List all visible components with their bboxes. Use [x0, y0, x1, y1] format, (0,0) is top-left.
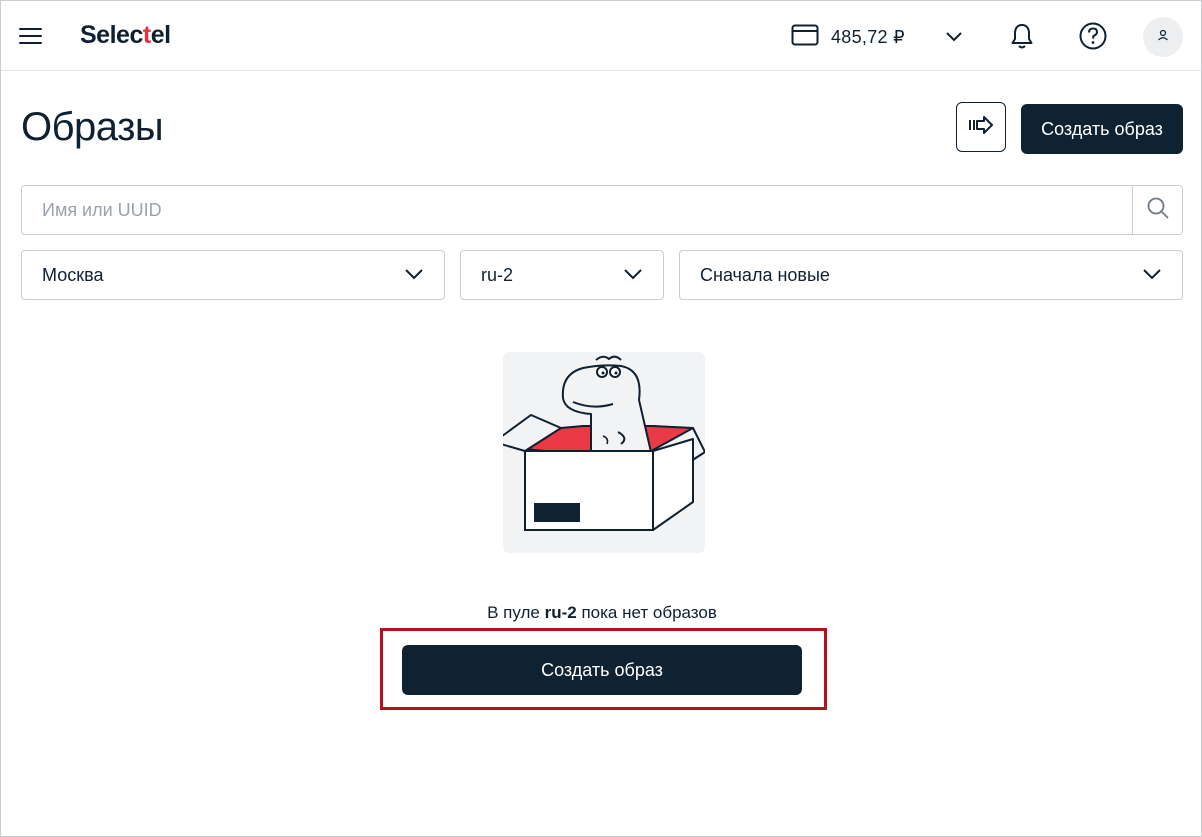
chevron-down-icon — [404, 267, 424, 286]
page-title: Образы — [21, 105, 164, 149]
sort-select-value: Сначала новые — [700, 265, 830, 285]
chevron-down-icon — [623, 267, 643, 286]
user-avatar[interactable] — [1143, 17, 1183, 57]
search-icon — [1146, 196, 1170, 225]
menu-icon[interactable] — [19, 25, 43, 47]
export-button[interactable] — [956, 102, 1006, 152]
pool-name: ru-2 — [544, 603, 577, 622]
empty-state-illustration — [503, 352, 705, 553]
card-icon — [791, 24, 819, 51]
balance-widget[interactable]: 485,72 ₽ — [791, 23, 905, 51]
help-icon[interactable] — [1076, 19, 1110, 53]
app-window: Selectel 485,72 ₽ Образы Создать образ И… — [0, 0, 1202, 837]
user-icon — [1156, 28, 1170, 47]
bell-icon[interactable] — [1005, 19, 1039, 53]
chevron-down-icon — [1142, 267, 1162, 286]
region-select[interactable]: Москва — [21, 250, 445, 300]
sort-select[interactable]: Сначала новые — [679, 250, 1183, 300]
pool-select[interactable]: ru-2 — [460, 250, 664, 300]
create-image-button-header[interactable]: Создать образ — [1021, 104, 1183, 154]
balance-amount: 485,72 ₽ — [831, 26, 905, 47]
pool-select-value: ru-2 — [481, 265, 514, 285]
top-bar: Selectel 485,72 ₽ — [1, 1, 1201, 71]
chevron-down-icon[interactable] — [945, 29, 963, 48]
region-select-value: Москва — [42, 265, 104, 285]
create-image-button[interactable]: Создать образ — [402, 645, 802, 695]
export-arrow-icon — [967, 114, 995, 141]
search-button[interactable] — [1132, 186, 1182, 234]
empty-state-message: В пуле ru-2 пока нет образов — [487, 603, 717, 622]
search-input[interactable] — [22, 186, 1132, 234]
search-box — [21, 185, 1183, 235]
selectel-logo[interactable]: Selectel — [80, 21, 171, 50]
